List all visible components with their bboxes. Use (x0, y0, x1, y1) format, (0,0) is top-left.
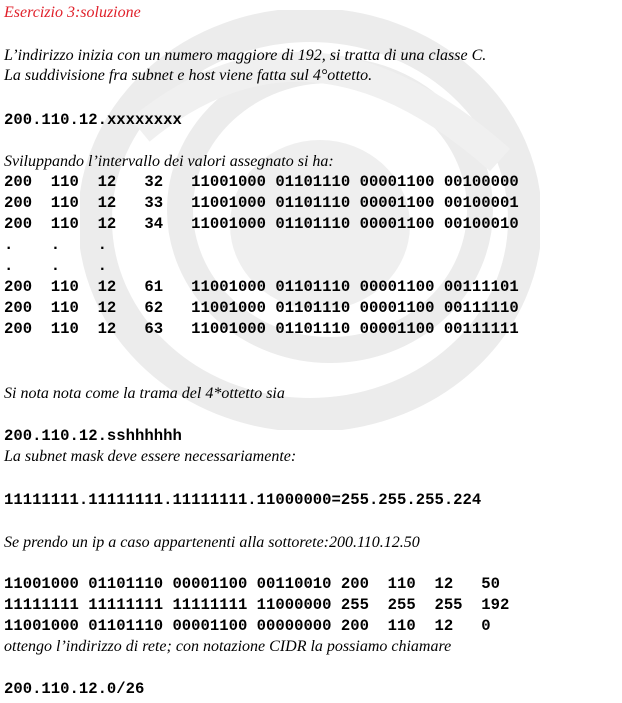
intro-line-2: La suddivisione fra subnet e host viene … (4, 67, 373, 84)
range-row: 200 110 12 34 11001000 01101110 00001100… (4, 215, 519, 233)
range-intro: Sviluppando l’intervallo dei valori asse… (4, 153, 334, 170)
random-ip-note: Se prendo un ip a caso appartenenti alla… (4, 534, 420, 551)
range-row: 200 110 12 61 11001000 01101110 00001100… (4, 278, 519, 296)
subnet-mask-line: 11111111.11111111.11111111.11000000=255.… (4, 491, 482, 509)
range-row: 200 110 12 33 11001000 01101110 00001100… (4, 194, 519, 212)
cidr-note: ottengo l’indirizzo di rete; con notazio… (4, 638, 452, 655)
range-row: 200 110 12 32 11001000 01101110 00001100… (4, 173, 519, 191)
pattern-note: Si nota nota come la trama del 4*ottetto… (4, 385, 285, 402)
exercise-title: Esercizio 3:soluzione (4, 4, 141, 21)
address-prefix: 200.110.12. (4, 111, 107, 129)
mask-note: La subnet mask deve essere necessariamen… (4, 448, 297, 465)
and-row-mask: 11111111 11111111 11111111 11000000 255 … (4, 596, 510, 614)
range-ellipsis: . . . (4, 257, 107, 275)
cidr-address: 200.110.12.0/26 (4, 680, 145, 698)
range-ellipsis: . . . (4, 236, 107, 254)
address-mask: xxxxxxxx (106, 111, 182, 129)
and-row-network: 11001000 01101110 00001100 00000000 200 … (4, 617, 491, 635)
range-row: 200 110 12 62 11001000 01101110 00001100… (4, 299, 519, 317)
intro-line-1: L’indirizzo inizia con un numero maggior… (4, 47, 487, 64)
range-row: 200 110 12 63 11001000 01101110 00001100… (4, 320, 519, 338)
pattern: 200.110.12.sshhhhhh (4, 427, 182, 445)
address-template: 200.110.12.xxxxxxxx (4, 110, 182, 131)
and-row-ip: 11001000 01101110 00001100 00110010 200 … (4, 575, 500, 593)
